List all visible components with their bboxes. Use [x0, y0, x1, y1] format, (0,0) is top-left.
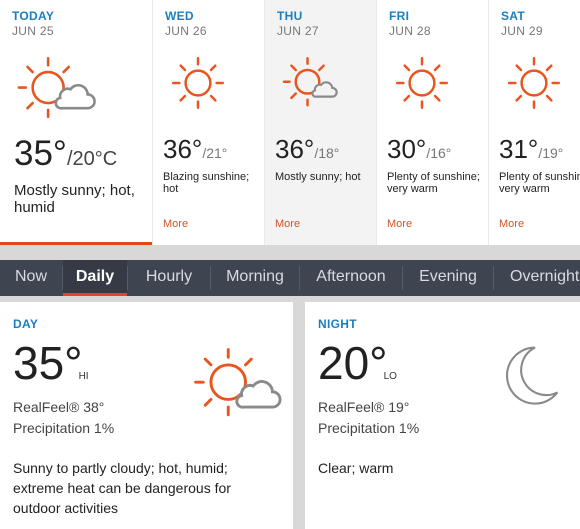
condition-text: Plenty of sunshine; very warm	[387, 171, 480, 195]
forecast-card-today[interactable]: TODAY JUN 25 35°/20°C Mostly sunny; hot,…	[0, 0, 152, 245]
sun-icon	[171, 56, 225, 110]
tab-hourly[interactable]: Hourly	[128, 260, 210, 296]
day-detail-panel: DAY 35°HI RealFeel® 38° Precipitation 1%…	[0, 302, 293, 529]
temperature: 31°/19°	[499, 134, 564, 164]
day-date: JUN 29	[501, 24, 543, 38]
tab-daily[interactable]: Daily	[63, 260, 127, 296]
low-temperature: 20°LO	[318, 337, 397, 389]
day-name: FRI	[389, 9, 410, 23]
night-description: Clear; warm	[318, 460, 394, 476]
condition-text: Blazing sunshine; hot	[163, 171, 250, 195]
day-name: SAT	[501, 9, 526, 23]
forecast-card-thu[interactable]: THU JUN 27 36°/18° Mostly sunny; hot Mor…	[265, 0, 376, 245]
tab-afternoon[interactable]: Afternoon	[300, 260, 402, 296]
temperature: 36°/18°	[275, 134, 340, 164]
forecast-card-fri[interactable]: FRI JUN 28 30°/16° Plenty of sunshine; v…	[377, 0, 488, 245]
precipitation-value: Precipitation 1%	[318, 420, 420, 436]
panel-title: NIGHT	[318, 317, 357, 331]
temperature: 30°/16°	[387, 134, 452, 164]
hi-tag: HI	[78, 371, 89, 382]
panel-title: DAY	[13, 317, 39, 331]
day-date: JUN 28	[389, 24, 431, 38]
lo-tag: LO	[383, 371, 397, 382]
more-link[interactable]: More	[499, 218, 524, 230]
tab-morning[interactable]: Morning	[211, 260, 299, 296]
period-tab-bar: Now Daily Hourly Morning Afternoon Eveni…	[0, 260, 580, 296]
day-name: TODAY	[12, 9, 55, 23]
realfeel-value: RealFeel® 19°	[318, 399, 410, 415]
day-name: WED	[165, 9, 194, 23]
day-date: JUN 25	[12, 24, 54, 38]
condition-text: Mostly sunny; hot	[275, 171, 361, 183]
day-description: Sunny to partly cloudy; hot, humid; extr…	[13, 460, 231, 516]
sun-cloud-icon	[194, 348, 282, 417]
forecast-strip: TODAY JUN 25 35°/20°C Mostly sunny; hot,…	[0, 0, 580, 245]
precipitation-value: Precipitation 1%	[13, 420, 115, 436]
high-temperature: 35°HI	[13, 337, 89, 389]
sun-icon	[395, 56, 449, 110]
night-detail-panel: NIGHT 20°LO RealFeel® 19° Precipitation …	[305, 302, 580, 529]
temperature: 35°/20°C	[14, 134, 118, 173]
tab-now[interactable]: Now	[0, 260, 62, 296]
realfeel-value: RealFeel® 38°	[13, 399, 105, 415]
tab-overnight[interactable]: Overnight	[494, 260, 580, 296]
condition-text: Mostly sunny; hot, humid	[14, 182, 135, 216]
day-date: JUN 27	[277, 24, 319, 38]
more-link[interactable]: More	[387, 218, 412, 230]
sun-cloud-icon	[17, 57, 96, 119]
forecast-card-sat[interactable]: SAT JUN 29 31°/19° Plenty of sunshine; v…	[489, 0, 580, 245]
forecast-card-wed[interactable]: WED JUN 26 36°/21° Blazing sunshine; hot…	[153, 0, 264, 245]
temperature: 36°/21°	[163, 134, 228, 164]
condition-text: Plenty of sunshine; very warm	[499, 171, 580, 195]
more-link[interactable]: More	[275, 218, 300, 230]
day-name: THU	[277, 9, 303, 23]
sun-cloud-icon	[282, 56, 338, 107]
sun-icon	[507, 56, 561, 110]
tab-evening[interactable]: Evening	[403, 260, 493, 296]
more-link[interactable]: More	[163, 218, 188, 230]
day-date: JUN 26	[165, 24, 207, 38]
moon-icon	[505, 346, 559, 405]
